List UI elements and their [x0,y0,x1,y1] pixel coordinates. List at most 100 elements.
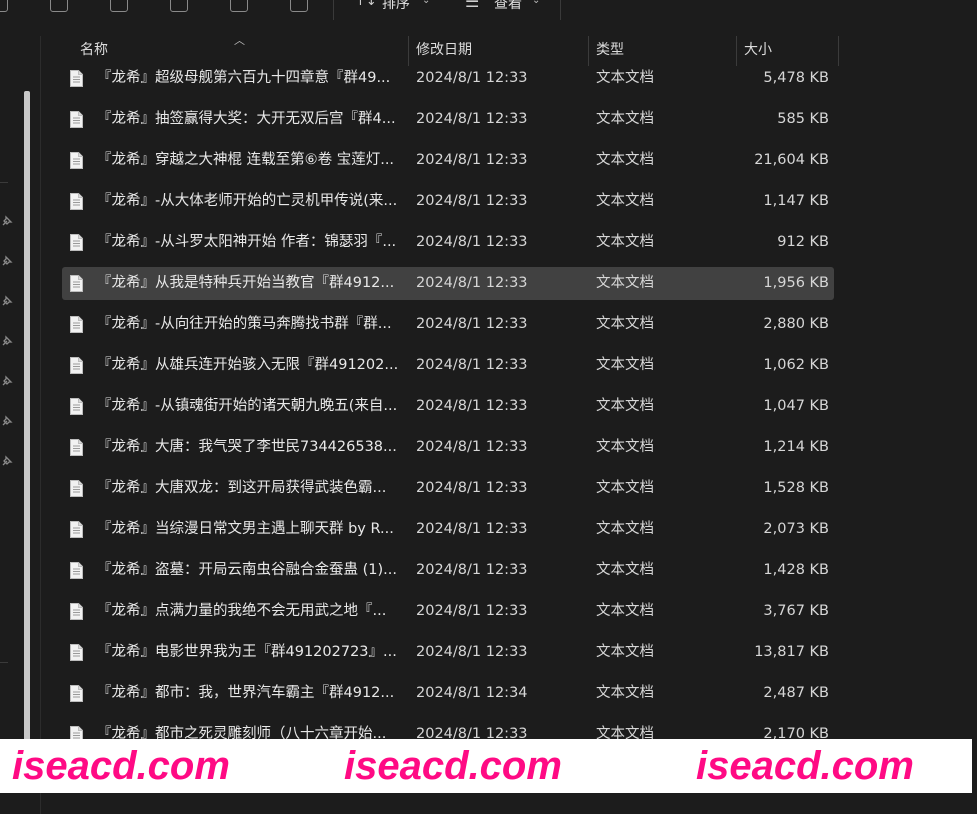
pin-icon [2,295,13,306]
pin-icon [2,255,13,266]
file-size: 3,767 KB [763,603,829,619]
file-name: 『龙希』从我是特种兵开始当教官『群4912... [97,275,395,291]
file-type: 文本文档 [596,275,654,291]
file-size: 2,880 KB [763,316,829,332]
text-file-icon [70,111,83,128]
file-type: 文本文档 [596,398,654,414]
navigation-pane [0,36,40,814]
delete-icon[interactable] [290,0,308,12]
file-row[interactable]: 『龙希』从雄兵连开始骇入无限『群491202... 2024/8/1 12:33 文… [62,349,834,382]
file-modified-date: 2024/8/1 12:33 [416,398,528,414]
chevron-down-icon: ⌄ [422,0,431,6]
column-header-type[interactable]: 类型 [588,36,736,64]
toolbar-divider [333,0,334,20]
watermark-text: iseacd.com [696,744,914,788]
column-header-name[interactable]: 名称 [72,36,408,64]
file-row[interactable]: 『龙希』-从大体老师开始的亡灵机甲传说(来... 2024/8/1 12:33 文本… [62,185,834,218]
rename-icon[interactable] [170,0,188,12]
file-row[interactable]: 『龙希』都市：我，世界汽车霸主『群4912... 2024/8/1 12:34 文本… [62,677,834,710]
file-name: 『龙希』-从向往开始的策马奔腾找书群『群... [97,316,392,332]
view-icon: ☰ [465,0,480,11]
text-file-icon [70,644,83,661]
column-divider[interactable] [838,36,839,66]
file-modified-date: 2024/8/1 12:33 [416,521,528,537]
file-size: 1,062 KB [763,357,829,373]
column-header-size[interactable]: 大小 [736,36,838,64]
file-type: 文本文档 [596,685,654,701]
file-size: 1,428 KB [763,562,829,578]
share-icon[interactable] [230,0,248,12]
file-name: 『龙希』当综漫日常文男主遇上聊天群 by R... [97,521,394,537]
file-type: 文本文档 [596,316,654,332]
file-name: 『龙希』-从斗罗太阳神开始 作者：锦瑟羽『... [97,234,397,250]
pin-icon [2,455,13,466]
pin-icon [2,375,13,386]
file-type: 文本文档 [596,562,654,578]
file-modified-date: 2024/8/1 12:33 [416,316,528,332]
text-file-icon [70,152,83,169]
file-size: 1,047 KB [763,398,829,414]
text-file-icon [70,316,83,333]
file-modified-date: 2024/8/1 12:33 [416,480,528,496]
chevron-down-icon: ⌄ [532,0,541,6]
file-name: 『龙希』大唐：我气哭了李世民734426538... [97,439,397,455]
text-file-icon [70,70,83,87]
file-type: 文本文档 [596,603,654,619]
file-name: 『龙希』从雄兵连开始骇入无限『群491202... [97,357,399,373]
file-name: 『龙希』电影世界我为王『群491202723』... [97,644,397,660]
file-name: 『龙希』-从大体老师开始的亡灵机甲传说(来... [97,193,398,209]
file-row[interactable]: 『龙希』穿越之大神棍 连载至第⑥卷 宝莲灯... 2024/8/1 12:33 文本… [62,144,834,177]
text-file-icon [70,480,83,497]
pin-icon [2,215,13,226]
file-type: 文本文档 [596,357,654,373]
nav-divider [0,182,8,183]
file-size: 13,817 KB [754,644,829,660]
pane-divider [40,36,41,814]
file-modified-date: 2024/8/1 12:33 [416,70,528,86]
file-modified-date: 2024/8/1 12:33 [416,193,528,209]
file-row[interactable]: 『龙希』抽签赢得大奖：大开无双后宫『群4... 2024/8/1 12:33 文本文… [62,103,834,136]
column-header: ︿ 名称 修改日期 类型 大小 [60,34,840,66]
watermark-text: iseacd.com [344,744,562,788]
file-row[interactable]: 『龙希』-从镇魂街开始的诸天朝九晚五(来自... 2024/8/1 12:33 文本… [62,390,834,423]
sort-button[interactable]: ↑↓ 排序 ⌄ [350,0,435,24]
paste-icon[interactable] [110,0,128,12]
file-size: 21,604 KB [754,152,829,168]
file-modified-date: 2024/8/1 12:33 [416,152,528,168]
file-row[interactable]: 『龙希』超级母舰第六百九十四章意『群49... 2024/8/1 12:33 文本文… [62,62,834,95]
file-row[interactable]: 『龙希』-从向往开始的策马奔腾找书群『群... 2024/8/1 12:33 文本文… [62,308,834,341]
file-row[interactable]: 『龙希』电影世界我为王『群491202723』... 2024/8/1 12:33… [62,636,834,669]
file-size: 1,147 KB [763,193,829,209]
file-type: 文本文档 [596,193,654,209]
more-options-button[interactable]: ··· [580,0,601,9]
file-row[interactable]: 『龙希』大唐：我气哭了李世民734426538... 2024/8/1 12:33… [62,431,834,464]
file-modified-date: 2024/8/1 12:33 [416,357,528,373]
file-size: 1,214 KB [763,439,829,455]
view-button[interactable]: ☰ 查看 ⌄ [462,0,547,24]
cut-icon[interactable] [0,0,8,12]
sort-icon: ↑↓ [355,0,377,9]
file-type: 文本文档 [596,70,654,86]
file-size: 5,478 KB [763,70,829,86]
file-row[interactable]: 『龙希』-从斗罗太阳神开始 作者：锦瑟羽『... 2024/8/1 12:33 文本… [62,226,834,259]
file-name: 『龙希』都市：我，世界汽车霸主『群4912... [97,685,395,701]
file-name: 『龙希』超级母舰第六百九十四章意『群49... [97,70,391,86]
file-row[interactable]: 『龙希』盗墓：开局云南虫谷融合金蚕蛊 (1)... 2024/8/1 12:33 文… [62,554,834,587]
sort-label: 排序 [382,0,410,12]
nav-scrollbar[interactable] [24,91,30,781]
text-file-icon [70,603,83,620]
file-name: 『龙希』大唐双龙：到这开局获得武装色霸... [97,480,387,496]
column-header-modified[interactable]: 修改日期 [408,36,588,64]
file-name: 『龙希』-从镇魂街开始的诸天朝九晚五(来自... [97,398,398,414]
file-row[interactable]: 『龙希』大唐双龙：到这开局获得武装色霸... 2024/8/1 12:33 文本文档… [62,472,834,505]
file-size: 912 KB [777,234,829,250]
file-row[interactable]: 『龙希』当综漫日常文男主遇上聊天群 by R... 2024/8/1 12:33 文… [62,513,834,546]
file-row[interactable]: 『龙希』点满力量的我绝不会无用武之地『... 2024/8/1 12:33 文本文档… [62,595,834,628]
file-name: 『龙希』点满力量的我绝不会无用武之地『... [97,603,387,619]
pin-icon [2,415,13,426]
file-modified-date: 2024/8/1 12:33 [416,111,528,127]
text-file-icon [70,234,83,251]
copy-icon[interactable] [50,0,68,12]
file-modified-date: 2024/8/1 12:33 [416,234,528,250]
file-row[interactable]: 『龙希』从我是特种兵开始当教官『群4912... 2024/8/1 12:33 文本… [62,267,834,300]
